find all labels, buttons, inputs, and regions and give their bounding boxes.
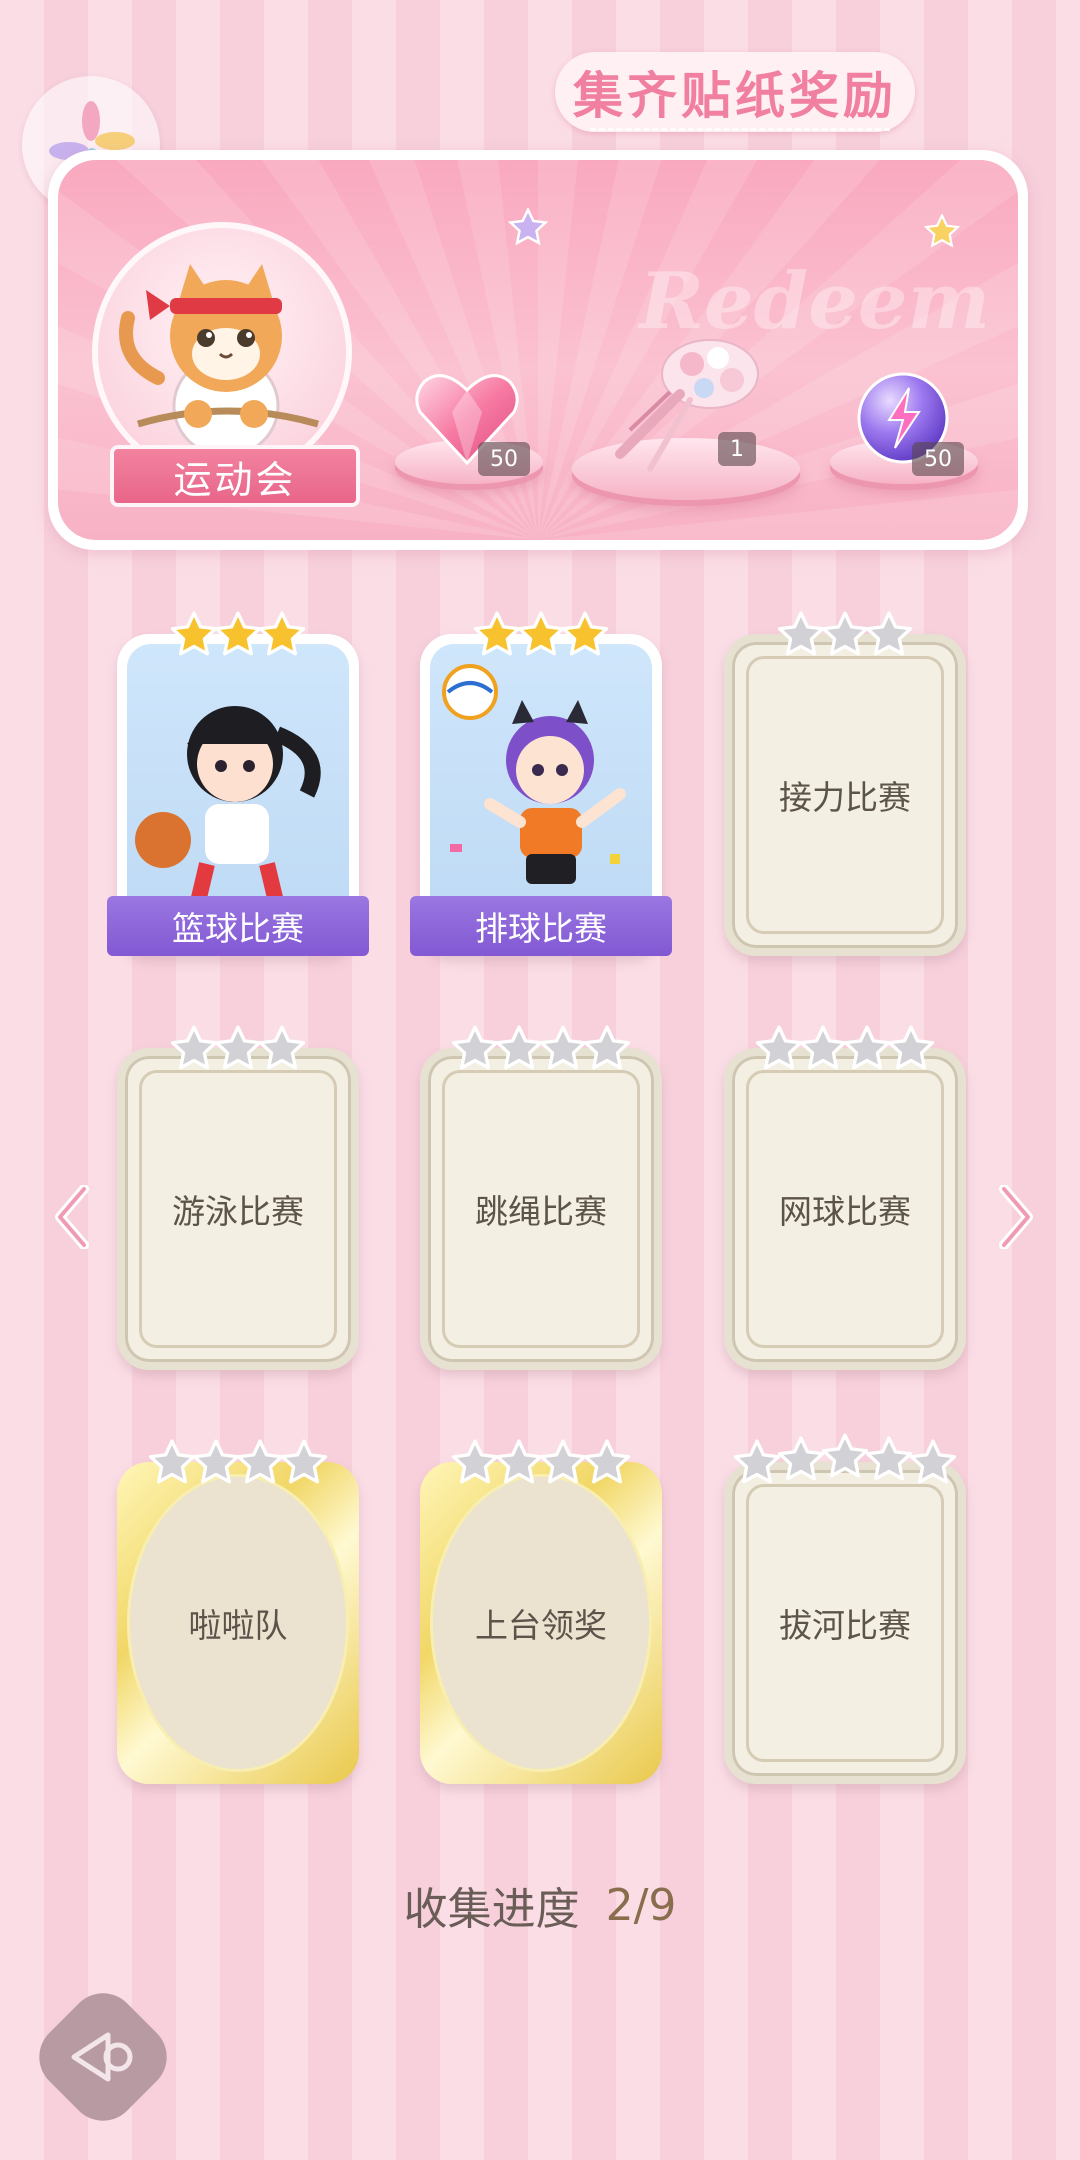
sticker-star-rating: [420, 1014, 662, 1074]
silver-star-icon: [583, 1025, 631, 1070]
silver-star-icon: [495, 1439, 543, 1484]
silver-star-icon: [887, 1025, 935, 1070]
sticker-name: 网球比赛: [779, 1192, 911, 1231]
chevron-left-icon[interactable]: [52, 1185, 92, 1249]
sticker-name: 排球比赛: [410, 896, 672, 956]
star-decoration-icon: [924, 214, 960, 248]
collection-progress: 收集进度 2/9: [0, 1870, 1080, 1940]
reward-count-badge: 1: [718, 432, 756, 466]
sticker-card[interactable]: 游泳比赛: [117, 1025, 359, 1370]
star-decoration-icon: [508, 208, 548, 246]
sticker-star-rating: [724, 600, 966, 660]
sticker-card[interactable]: 啦啦队: [117, 1439, 359, 1784]
sticker-name: 篮球比赛: [107, 896, 369, 956]
sticker-name: 游泳比赛: [172, 1192, 304, 1231]
silver-star-icon: [865, 1436, 913, 1481]
sticker-name: 拔河比赛: [779, 1606, 911, 1645]
sticker-card[interactable]: 篮球比赛: [107, 611, 369, 956]
reward-count-badge: 50: [912, 442, 964, 476]
sticker-card[interactable]: 接力比赛: [724, 611, 966, 956]
silver-star-icon: [777, 611, 825, 656]
sticker-star-rating: [724, 1428, 966, 1488]
silver-star-icon: [236, 1439, 284, 1484]
silver-star-icon: [777, 1436, 825, 1481]
silver-star-icon: [214, 1025, 262, 1070]
gold-star-icon: [170, 611, 218, 656]
sticker-card[interactable]: 排球比赛: [410, 611, 672, 956]
sticker-card[interactable]: 跳绳比赛: [420, 1025, 662, 1370]
silver-star-icon: [821, 611, 869, 656]
progress-label: 收集进度: [403, 1884, 580, 1935]
sticker-star-rating: [420, 1428, 662, 1488]
reward-count-badge: 50: [478, 442, 530, 476]
chevron-right-icon[interactable]: [996, 1185, 1036, 1249]
back-button[interactable]: [25, 1979, 181, 2135]
silver-star-icon: [451, 1025, 499, 1070]
sticker-name: 啦啦队: [188, 1606, 288, 1645]
sticker-name: 跳绳比赛: [475, 1192, 607, 1231]
sticker-card[interactable]: 拔河比赛: [724, 1433, 966, 1784]
silver-star-icon: [539, 1439, 587, 1484]
silver-star-icon: [799, 1025, 847, 1070]
sticker-card[interactable]: 网球比赛: [724, 1025, 966, 1370]
dashed-divider: [590, 128, 890, 131]
progress-value: 2/9: [605, 1879, 677, 1931]
gold-star-icon: [517, 611, 565, 656]
gold-star-icon: [561, 611, 609, 656]
silver-star-icon: [821, 1433, 869, 1478]
sticker-star-rating: [117, 1014, 359, 1074]
back-arrow-icon: [71, 2032, 133, 2082]
event-avatar: [92, 222, 352, 482]
cat-mascot-icon: [119, 264, 319, 458]
silver-star-icon: [843, 1025, 891, 1070]
silver-star-icon: [192, 1439, 240, 1484]
sticker-star-rating: [117, 600, 359, 660]
silver-star-icon: [280, 1439, 328, 1484]
silver-star-icon: [539, 1025, 587, 1070]
silver-star-icon: [865, 611, 913, 656]
silver-star-icon: [583, 1439, 631, 1484]
event-name-ribbon: 运动会: [110, 445, 360, 507]
silver-star-icon: [148, 1439, 196, 1484]
sticker-star-rating: [117, 1428, 359, 1488]
sticker-name: 接力比赛: [779, 778, 911, 817]
sticker-star-rating: [724, 1014, 966, 1074]
sticker-name: 上台领奖: [475, 1606, 607, 1645]
banner-title: 集齐贴纸奖励: [573, 67, 897, 125]
gold-star-icon: [258, 611, 306, 656]
silver-star-icon: [258, 1025, 306, 1070]
silver-star-icon: [170, 1025, 218, 1070]
sticker-star-rating: [420, 600, 662, 660]
silver-star-icon: [733, 1439, 781, 1484]
silver-star-icon: [495, 1025, 543, 1070]
silver-star-icon: [451, 1439, 499, 1484]
silver-star-icon: [755, 1025, 803, 1070]
gold-star-icon: [214, 611, 262, 656]
gold-star-icon: [473, 611, 521, 656]
sticker-card[interactable]: 上台领奖: [420, 1439, 662, 1784]
silver-star-icon: [909, 1439, 957, 1484]
